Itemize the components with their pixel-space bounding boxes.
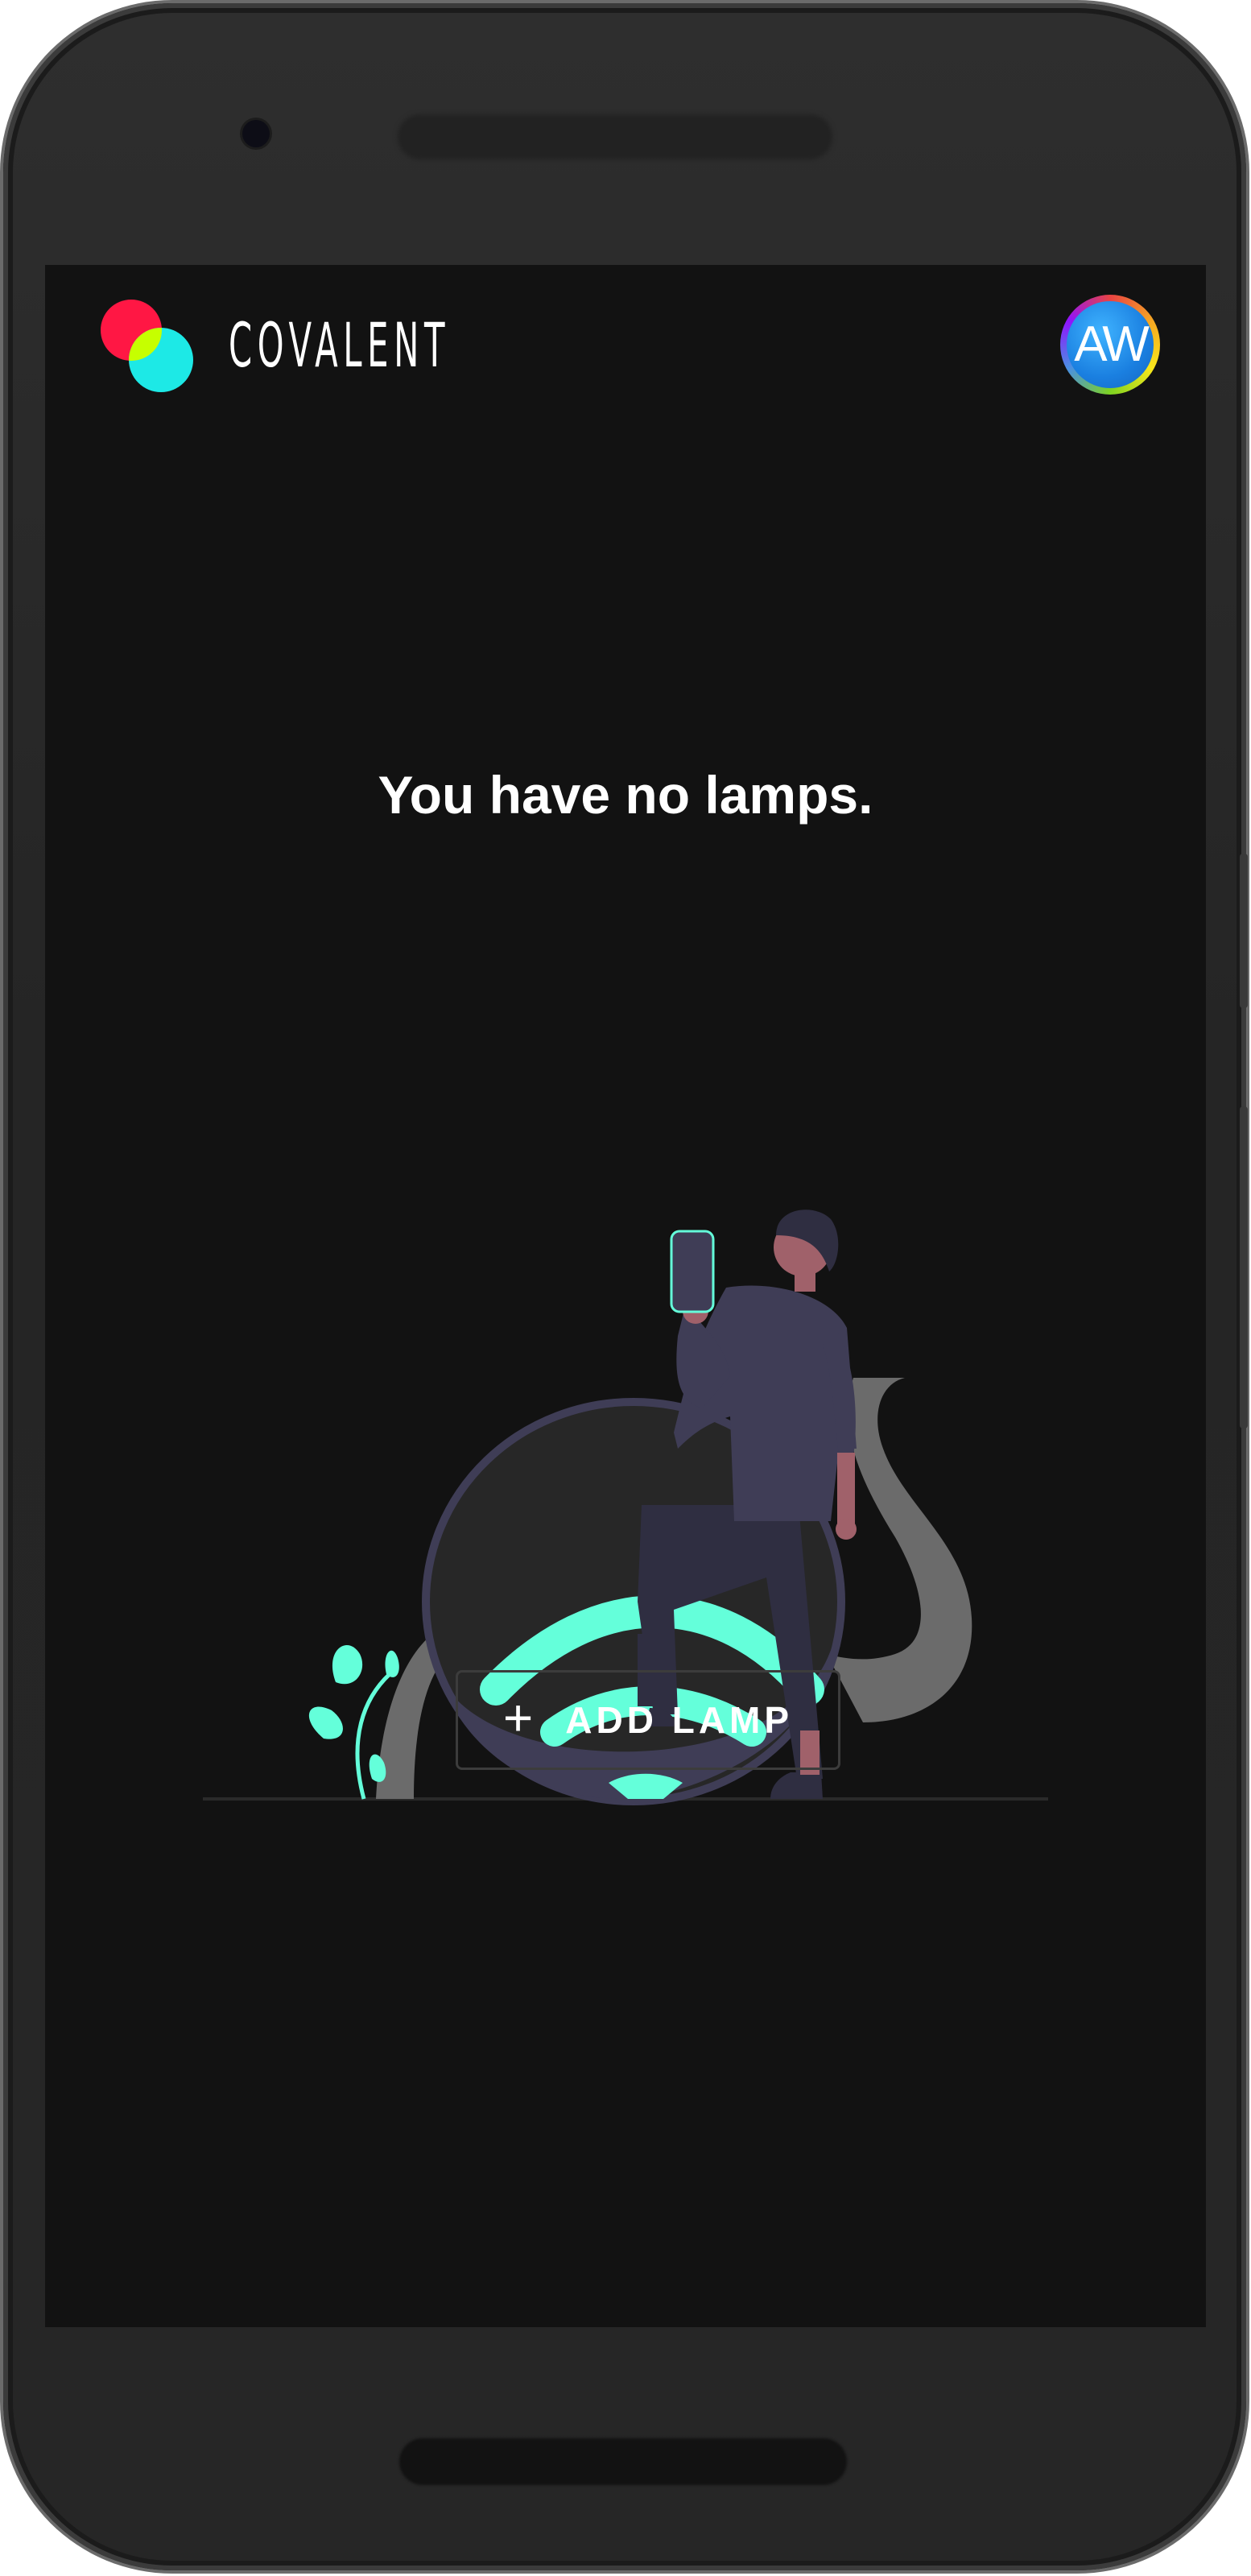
covalent-logo-icon [101, 300, 193, 392]
user-avatar[interactable]: AW [1060, 295, 1160, 395]
bottom-speaker [399, 2438, 847, 2485]
avatar-initials: AW [1067, 301, 1154, 388]
add-lamp-label: ADD LAMP [565, 1699, 794, 1741]
power-button [1240, 854, 1248, 1008]
empty-state-title: You have no lamps. [378, 765, 873, 825]
front-camera [242, 120, 270, 147]
add-lamp-button[interactable]: + ADD LAMP [456, 1670, 840, 1770]
earpiece-speaker [398, 114, 832, 159]
brand-name: COVALENT [229, 309, 451, 381]
app-screen: COVALENT AW You have no lamps. + ADD LAM… [45, 265, 1206, 2327]
volume-button [1240, 1106, 1248, 1429]
plus-icon: + [502, 1689, 534, 1747]
